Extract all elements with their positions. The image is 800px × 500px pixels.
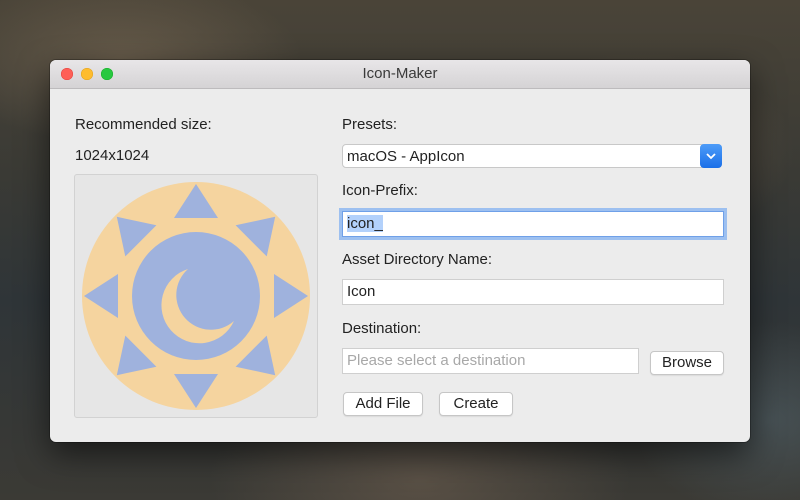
recommended-size-value: 1024x1024	[75, 147, 150, 164]
asset-directory-input[interactable]: Icon	[342, 279, 724, 305]
add-file-button[interactable]: Add File	[343, 392, 423, 416]
asset-directory-value: Icon	[347, 283, 376, 300]
sun-moon-icon	[82, 182, 310, 410]
window-title: Icon-Maker	[362, 65, 438, 82]
browse-button[interactable]: Browse	[650, 351, 724, 375]
presets-select[interactable]: macOS - AppIcon	[342, 144, 722, 168]
chevron-down-icon[interactable]	[700, 144, 722, 168]
icon-prefix-label: Icon-Prefix:	[342, 182, 418, 199]
icon-prefix-value: icon_	[347, 215, 383, 232]
recommended-size-label: Recommended size:	[75, 116, 212, 133]
destination-placeholder: Please select a destination	[347, 352, 526, 369]
icon-preview	[74, 174, 318, 418]
presets-value: macOS - AppIcon	[347, 148, 465, 165]
presets-label: Presets:	[342, 116, 398, 133]
title-bar[interactable]: Icon-Maker	[50, 60, 750, 89]
asset-directory-label: Asset Directory Name:	[342, 251, 493, 268]
icon-prefix-input[interactable]: icon_	[342, 211, 724, 237]
destination-label: Destination:	[342, 320, 422, 337]
icon-maker-window: Icon-Maker Recommended size: 1024x1024 P…	[50, 60, 750, 442]
destination-input[interactable]: Please select a destination	[342, 348, 639, 374]
create-button[interactable]: Create	[439, 392, 513, 416]
